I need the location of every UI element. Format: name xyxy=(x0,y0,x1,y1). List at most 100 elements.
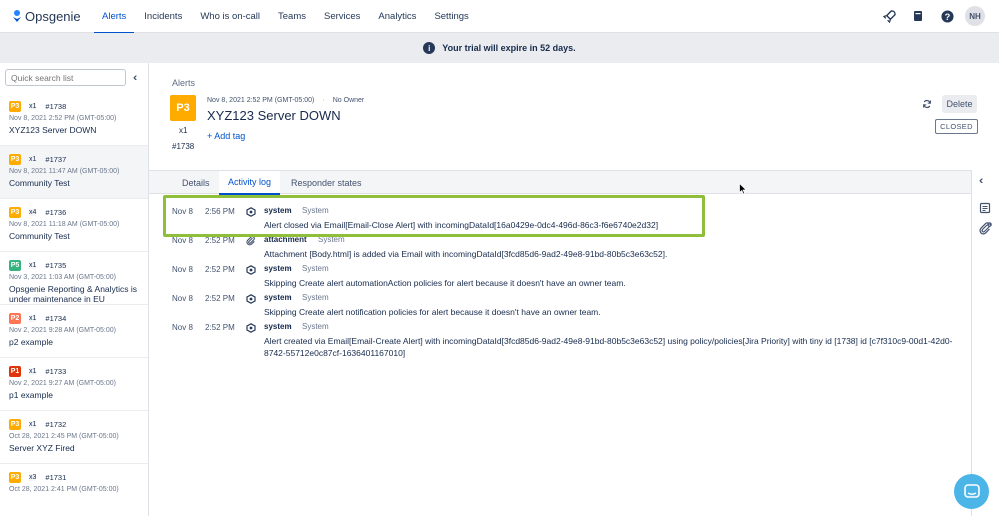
user-avatar[interactable]: NH xyxy=(965,6,985,26)
alert-date: Nov 2, 2021 9:28 AM (GMT-05:00) xyxy=(9,327,116,334)
alert-date: Nov 8, 2021 11:47 AM (GMT-05:00) xyxy=(9,168,120,175)
log-source-sep: · xyxy=(288,264,291,273)
alert-count: x1 xyxy=(29,367,37,375)
log-message: Skipping Create alert notification polic… xyxy=(264,307,601,317)
mouse-cursor-icon xyxy=(739,183,747,195)
alert-date: Oct 28, 2021 2:41 PM (GMT-05:00) xyxy=(9,486,119,493)
info-icon: i xyxy=(423,42,436,54)
alert-list-item[interactable]: P3 x4 #1736 Nov 8, 2021 11:18 AM (GMT-05:00… xyxy=(0,199,148,252)
opsgenie-logo-icon xyxy=(13,10,21,22)
log-message: Alert created via Email[Email-Create Ale… xyxy=(264,336,953,358)
alert-count: x1 xyxy=(29,102,37,110)
log-time: 2:52 PM xyxy=(205,294,235,303)
log-time: 2:52 PM xyxy=(205,265,235,274)
alert-number: #1734 xyxy=(45,313,67,323)
priority-badge: P3 xyxy=(9,418,21,430)
detail-tabs: Details Activity log Responder states xyxy=(149,170,971,195)
log-message: Skipping Create alert automationAction p… xyxy=(264,278,626,288)
alert-date: Nov 8, 2021 11:18 AM (GMT-05:00) xyxy=(9,221,120,228)
chat-button[interactable] xyxy=(954,474,989,509)
priority-badge: P1 xyxy=(9,365,21,377)
log-time: 2:52 PM xyxy=(205,236,235,245)
add-tag-link[interactable]: + Add tag xyxy=(207,131,245,141)
log-date: Nov 8 xyxy=(172,323,193,332)
notes-icon[interactable] xyxy=(979,202,993,216)
alert-title: Community Test xyxy=(9,231,70,241)
expand-panel-icon[interactable]: ‹‹ xyxy=(979,175,993,189)
quick-search-input[interactable] xyxy=(5,69,126,86)
alert-list-item[interactable]: P3 x1 #1732 Oct 28, 2021 2:45 PM (GMT-05:00… xyxy=(0,411,148,464)
alert-date: Nov 8, 2021 2:52 PM (GMT-05:00) xyxy=(9,115,117,122)
alert-title: Opsgenie Reporting & Analytics is under … xyxy=(9,284,138,304)
alert-list-item[interactable]: P3 x1 #1737 Nov 8, 2021 11:47 AM (GMT-05:00… xyxy=(0,146,148,199)
alert-title: Community Test xyxy=(9,178,70,188)
highlight-box xyxy=(163,195,705,237)
alert-list: P3 x1 #1738 Nov 8, 2021 2:52 PM (GMT-05:00)… xyxy=(0,93,148,516)
log-source: System xyxy=(302,322,329,331)
book-icon[interactable] xyxy=(908,6,928,26)
nav-who-is-on-call[interactable]: Who is on-call xyxy=(191,0,269,33)
integration-icon xyxy=(246,294,256,304)
log-date: Nov 8 xyxy=(172,265,193,274)
collapse-sidebar-icon[interactable]: ‹‹ xyxy=(133,72,138,84)
nav-teams[interactable]: Teams xyxy=(269,0,315,33)
log-message: Attachment [Body.html] is added via Emai… xyxy=(264,249,668,259)
alert-count: x3 xyxy=(29,473,37,481)
attachments-icon[interactable]: 1 xyxy=(979,222,993,236)
help-icon[interactable]: ? xyxy=(937,6,957,26)
right-toolbar: ‹‹ 1 xyxy=(971,170,999,516)
alert-list-item[interactable]: P2 x1 #1734 Nov 2, 2021 9:28 AM (GMT-05:00)… xyxy=(0,305,148,358)
alert-list-item[interactable]: P1 x1 #1733 Nov 2, 2021 9:27 AM (GMT-05:00)… xyxy=(0,358,148,411)
priority-badge[interactable]: P3 xyxy=(170,95,196,121)
priority-badge: P3 xyxy=(9,100,21,112)
alert-list-item[interactable]: P5 x1 #1735 Nov 3, 2021 1:03 AM (GMT-05:00)… xyxy=(0,252,148,305)
alert-count: x1 xyxy=(179,126,188,135)
refresh-icon[interactable] xyxy=(922,99,932,112)
opsgenie-logo[interactable]: Opsgenie xyxy=(12,9,92,24)
alert-count: x1 xyxy=(29,155,37,163)
alert-datetime: Nov 8, 2021 2:52 PM (GMT-05:00) xyxy=(207,97,315,104)
log-date: Nov 8 xyxy=(172,236,193,245)
app-name: Opsgenie xyxy=(25,8,81,24)
alert-meta: Nov 8, 2021 2:52 PM (GMT-05:00) · No Owner xyxy=(207,97,365,104)
alert-number: #1738 xyxy=(172,142,195,151)
alert-title: p1 example xyxy=(9,390,53,400)
delete-button[interactable]: Delete xyxy=(942,95,977,113)
alert-title: p2 example xyxy=(9,337,53,347)
alert-list-item[interactable]: P3 x1 #1738 Nov 8, 2021 2:52 PM (GMT-05:00)… xyxy=(0,93,148,146)
alert-detail: Alerts P3 x1 #1738 Nov 8, 2021 2:52 PM (… xyxy=(149,63,978,516)
alert-number: #1735 xyxy=(45,260,67,270)
chat-icon xyxy=(963,483,980,498)
nav-services[interactable]: Services xyxy=(315,0,369,33)
alert-number: #1736 xyxy=(45,207,67,217)
rocket-icon[interactable] xyxy=(879,6,899,26)
alert-date: Nov 2, 2021 9:27 AM (GMT-05:00) xyxy=(9,380,116,387)
paperclip-icon xyxy=(246,236,255,246)
nav-alerts[interactable]: Alerts xyxy=(93,0,135,34)
alert-count: x1 xyxy=(29,314,37,322)
nav-settings[interactable]: Settings xyxy=(425,0,477,33)
nav-incidents[interactable]: Incidents xyxy=(135,0,191,33)
trial-banner-text: Your trial will expire in 52 days. xyxy=(442,43,576,53)
log-source-sep: · xyxy=(288,322,291,331)
alert-owner[interactable]: No Owner xyxy=(333,97,365,104)
tab-responder-states[interactable]: Responder states xyxy=(282,171,371,195)
log-source: System xyxy=(302,293,329,302)
trial-banner: i Your trial will expire in 52 days. xyxy=(0,33,999,63)
breadcrumb[interactable]: Alerts xyxy=(172,78,195,88)
alert-date: Nov 3, 2021 1:03 AM (GMT-05:00) xyxy=(9,274,116,281)
top-navigation: Opsgenie Alerts Incidents Who is on-call… xyxy=(0,0,999,34)
alert-title: XYZ123 Server DOWN xyxy=(9,125,97,135)
tab-details[interactable]: Details xyxy=(173,171,219,195)
nav-analytics[interactable]: Analytics xyxy=(369,0,425,33)
alert-number: #1733 xyxy=(45,366,67,376)
svg-text:?: ? xyxy=(944,11,950,21)
alert-list-item[interactable]: P3 x3 #1731 Oct 28, 2021 2:41 PM (GMT-05:00… xyxy=(0,464,148,516)
alert-count: x4 xyxy=(29,208,37,216)
integration-icon xyxy=(246,265,256,275)
alert-count: x1 xyxy=(29,261,37,269)
tab-activity-log[interactable]: Activity log xyxy=(219,171,281,195)
alert-count: x1 xyxy=(29,420,37,428)
alert-number: #1737 xyxy=(45,154,67,164)
integration-icon xyxy=(246,323,256,333)
